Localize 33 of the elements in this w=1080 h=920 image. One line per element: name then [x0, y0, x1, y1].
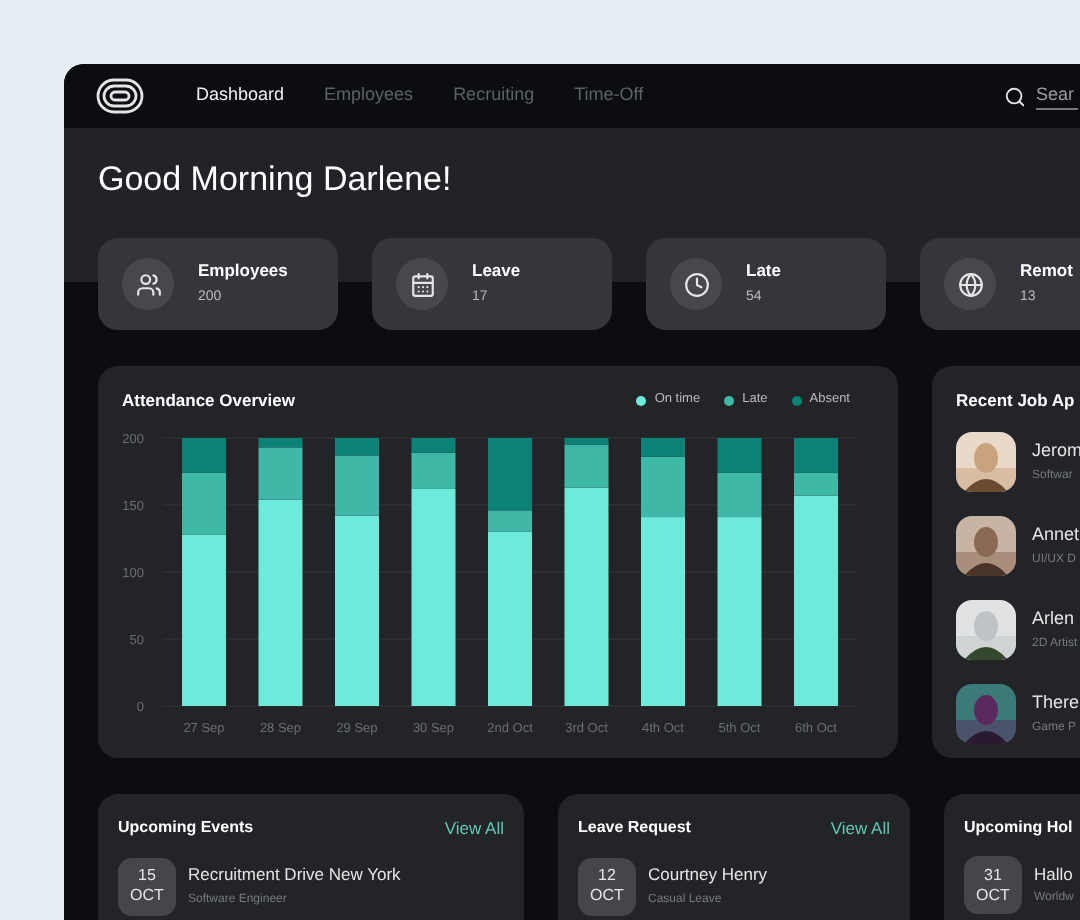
card-title: Leave Request	[578, 816, 691, 841]
view-all-link[interactable]: View All	[444, 816, 504, 842]
item-title: Recruitment Drive New York	[188, 862, 401, 889]
globe-icon	[957, 271, 983, 297]
logo-icon	[96, 78, 144, 114]
date-month: OCT	[976, 885, 1010, 905]
search-field[interactable]: Sear	[1036, 81, 1078, 111]
nav-tab[interactable]: Dashboard	[196, 82, 285, 110]
item-title: Courtney Henry	[648, 862, 768, 889]
view-all-link[interactable]: View All	[830, 816, 890, 842]
date-month: OCT	[130, 886, 164, 907]
card-title: Attendance Overview	[122, 387, 295, 413]
applicant-name: Annet	[1032, 522, 1080, 549]
stat-label: Late	[746, 258, 781, 285]
stat-label: Employees	[198, 258, 288, 285]
people-icon	[135, 271, 161, 297]
stat-label: Leave	[472, 258, 521, 285]
date-day: 12	[598, 866, 616, 887]
search-icon	[1004, 85, 1026, 107]
calendar-icon	[409, 271, 435, 297]
stat-label: Remot	[1020, 258, 1073, 285]
date-day: 15	[138, 866, 156, 887]
card-title: Recent Job Ap	[956, 388, 1077, 414]
date-day: 31	[984, 865, 1002, 885]
card-title: Upcoming Events	[118, 816, 254, 841]
bar-segment	[717, 438, 762, 473]
greeting: Good Morning Darlene!	[98, 158, 454, 202]
date-month: OCT	[590, 886, 624, 907]
card-title: Upcoming Hol	[964, 816, 1073, 840]
item-title: Hallo	[1034, 861, 1074, 887]
clock-icon	[683, 271, 709, 297]
applicant-name: There	[1032, 690, 1080, 717]
applicant-name: Arlen	[1032, 606, 1077, 633]
